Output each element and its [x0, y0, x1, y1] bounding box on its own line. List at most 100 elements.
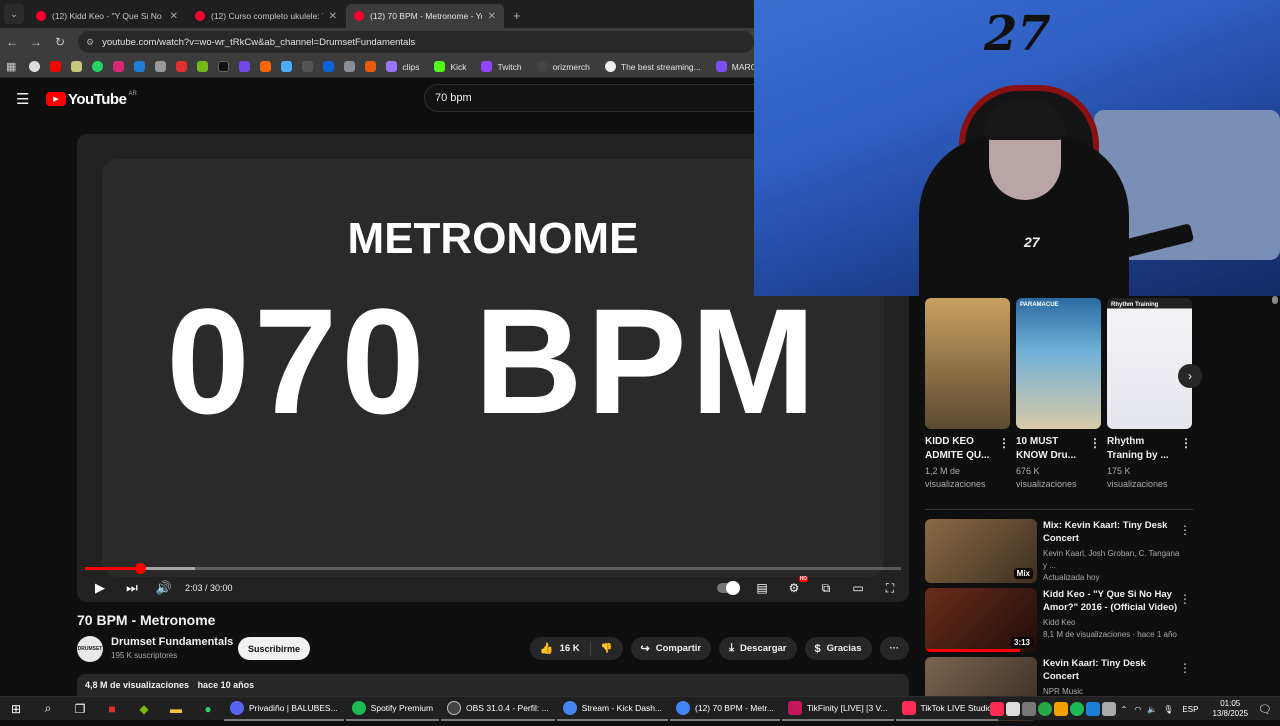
play-icon[interactable]: ▶: [91, 580, 109, 596]
more-icon[interactable]: ⋮: [1179, 661, 1191, 675]
chevron-up-icon[interactable]: ⌃: [1121, 705, 1128, 714]
google-bookmark-icon[interactable]: [29, 61, 41, 72]
download-button[interactable]: ⤓ Descargar: [719, 637, 797, 660]
bookmark-icon[interactable]: [365, 61, 377, 72]
taskbar-app[interactable]: Spotify Premium: [345, 697, 440, 721]
instagram-bookmark-icon[interactable]: [113, 61, 125, 72]
channel-avatar[interactable]: DRUMSET: [77, 636, 103, 662]
theater-mode-icon[interactable]: ▭: [849, 581, 867, 595]
youtube-logo[interactable]: ▶ YouTube AR: [46, 91, 137, 108]
dislike-button[interactable]: 👎: [591, 637, 623, 660]
volume-tray-icon[interactable]: 🔈: [1147, 705, 1157, 714]
taskbar-app[interactable]: TikFinity [LIVE] [3 V...: [781, 697, 894, 721]
bookmark-icon[interactable]: [239, 61, 251, 72]
task-view-icon[interactable]: ❐: [71, 700, 89, 718]
tray-icon[interactable]: [1037, 702, 1052, 716]
more-icon[interactable]: ⋮: [1180, 435, 1192, 463]
reload-icon[interactable]: ↻: [48, 35, 72, 49]
taskbar-app[interactable]: (12) 70 BPM - Metr...: [670, 697, 780, 721]
site-info-icon[interactable]: ⚙: [86, 37, 94, 48]
more-icon[interactable]: ⋮: [998, 435, 1010, 463]
tray-icon[interactable]: [1053, 702, 1068, 716]
whatsapp-icon[interactable]: ●: [199, 700, 217, 718]
browser-tab-active[interactable]: (12) 70 BPM - Metronome - YouTube ✕: [346, 4, 504, 28]
miniplayer-icon[interactable]: ⧉: [817, 581, 835, 596]
description-box[interactable]: 4,8 M de visualizaciones hace 10 años: [77, 674, 909, 696]
more-actions-button[interactable]: ···: [879, 637, 909, 660]
close-tab-icon[interactable]: ✕: [170, 11, 178, 22]
short-thumbnail[interactable]: PARAMACUE: [1016, 298, 1101, 429]
tray-icon[interactable]: [1005, 702, 1020, 716]
volume-icon[interactable]: 🔊: [155, 580, 173, 596]
url-field[interactable]: ⚙ youtube.com/watch?v=wo-wr_tRkCw&ab_cha…: [78, 31, 754, 53]
video-thumbnail[interactable]: Mix: [925, 519, 1037, 583]
more-icon[interactable]: ⋮: [1179, 523, 1191, 537]
more-icon[interactable]: ⋮: [1089, 435, 1101, 463]
bookmark-icon[interactable]: [344, 61, 356, 72]
tray-icon[interactable]: [989, 702, 1004, 716]
bookmark-icon[interactable]: [71, 61, 83, 72]
settings-icon[interactable]: ⚙ HD: [785, 576, 808, 595]
menu-icon[interactable]: ☰: [16, 90, 32, 108]
autoplay-toggle[interactable]: [717, 581, 740, 595]
subtitles-icon[interactable]: ▤: [753, 581, 771, 595]
progress-bar[interactable]: [85, 563, 901, 574]
whatsapp-bookmark-icon[interactable]: [92, 61, 104, 72]
bookmark-orizmerch[interactable]: orizmerch: [532, 61, 590, 72]
short-item[interactable]: Rhythm Training Rhythm Traning by ... ⋮ 17…: [1107, 298, 1192, 491]
subscribe-button[interactable]: Suscribirme: [238, 637, 310, 660]
bookmark-icon[interactable]: [176, 61, 188, 72]
taskbar-app[interactable]: Privadiño | BALUBES...: [224, 697, 344, 721]
mic-icon[interactable]: 🎙: [1163, 705, 1173, 714]
apps-grid-icon[interactable]: ▦: [6, 60, 16, 73]
shelf-next-icon[interactable]: ›: [1178, 364, 1202, 388]
bookmark-icon[interactable]: [260, 61, 272, 72]
short-thumbnail[interactable]: [925, 298, 1010, 429]
outlook-bookmark-icon[interactable]: [323, 61, 335, 72]
share-button[interactable]: ↪ Compartir: [630, 637, 712, 660]
search-icon[interactable]: ⌕: [39, 700, 57, 718]
language-indicator[interactable]: ESP: [1182, 705, 1198, 714]
taskbar-app[interactable]: TikTok LIVE Studio: [895, 697, 999, 721]
wifi-icon[interactable]: ◠: [1134, 705, 1141, 714]
close-tab-icon[interactable]: ✕: [329, 11, 337, 22]
tray-icon[interactable]: [1021, 702, 1036, 716]
back-icon[interactable]: ←: [0, 35, 24, 49]
spotify-tray-icon[interactable]: [1069, 702, 1084, 716]
new-tab-icon[interactable]: +: [513, 8, 521, 23]
bookmark-twitch[interactable]: Twitch: [476, 61, 522, 72]
short-item[interactable]: PARAMACUE 10 MUST KNOW Dru... ⋮ 676 K visua…: [1016, 298, 1101, 491]
bookmark-clips[interactable]: clips: [381, 61, 419, 72]
short-item[interactable]: KIDD KEO ADMITE QU... ⋮ 1,2 M de visualizac…: [925, 298, 1010, 491]
bookmark-icon[interactable]: [134, 61, 146, 72]
clock[interactable]: 01:05 13/8/2025: [1212, 699, 1248, 718]
scrollbar[interactable]: [1272, 296, 1278, 304]
more-icon[interactable]: ⋮: [1179, 592, 1191, 606]
thanks-button[interactable]: $ Gracias: [804, 637, 872, 660]
list-item[interactable]: 3:13 Kidd Keo - "Y Que Si No Hay Amor?" …: [925, 588, 1195, 654]
search-input[interactable]: 70 bpm: [424, 84, 754, 112]
bookmark-icon[interactable]: [197, 61, 209, 72]
channel-name[interactable]: Drumset Fundamentals: [111, 636, 233, 648]
bookmark-kick[interactable]: Kick: [429, 61, 466, 72]
tray-icon[interactable]: [1085, 702, 1100, 716]
bookmark-streaming[interactable]: The best streaming...: [600, 61, 701, 72]
tiktok-bookmark-icon[interactable]: [218, 61, 230, 72]
app-icon[interactable]: ■: [103, 700, 121, 718]
bookmark-icon[interactable]: [302, 61, 314, 72]
next-icon[interactable]: ⏭: [123, 580, 141, 596]
notifications-icon[interactable]: 🗨: [1258, 703, 1272, 716]
nvidia-icon[interactable]: ◆: [135, 700, 153, 718]
forward-icon[interactable]: →: [24, 35, 48, 49]
list-item[interactable]: Mix Mix: Kevin Kaarl: Tiny Desk Concert …: [925, 519, 1195, 585]
bookmark-icon[interactable]: [155, 61, 167, 72]
close-tab-icon[interactable]: ✕: [488, 11, 496, 22]
tab-search-icon[interactable]: ⌄: [4, 4, 24, 24]
windows-start-icon[interactable]: ⊞: [7, 700, 25, 718]
like-button[interactable]: 👍 16 K: [530, 637, 590, 660]
browser-tab[interactable]: (12) Curso completo ukulele: Tu ✕: [187, 4, 345, 28]
youtube-bookmark-icon[interactable]: [50, 61, 62, 72]
short-thumbnail[interactable]: Rhythm Training: [1107, 298, 1192, 429]
browser-tab[interactable]: (12) Kidd Keo - "Y Que Si No Hay Amor?" …: [28, 4, 186, 28]
tray-icon[interactable]: [1101, 702, 1116, 716]
